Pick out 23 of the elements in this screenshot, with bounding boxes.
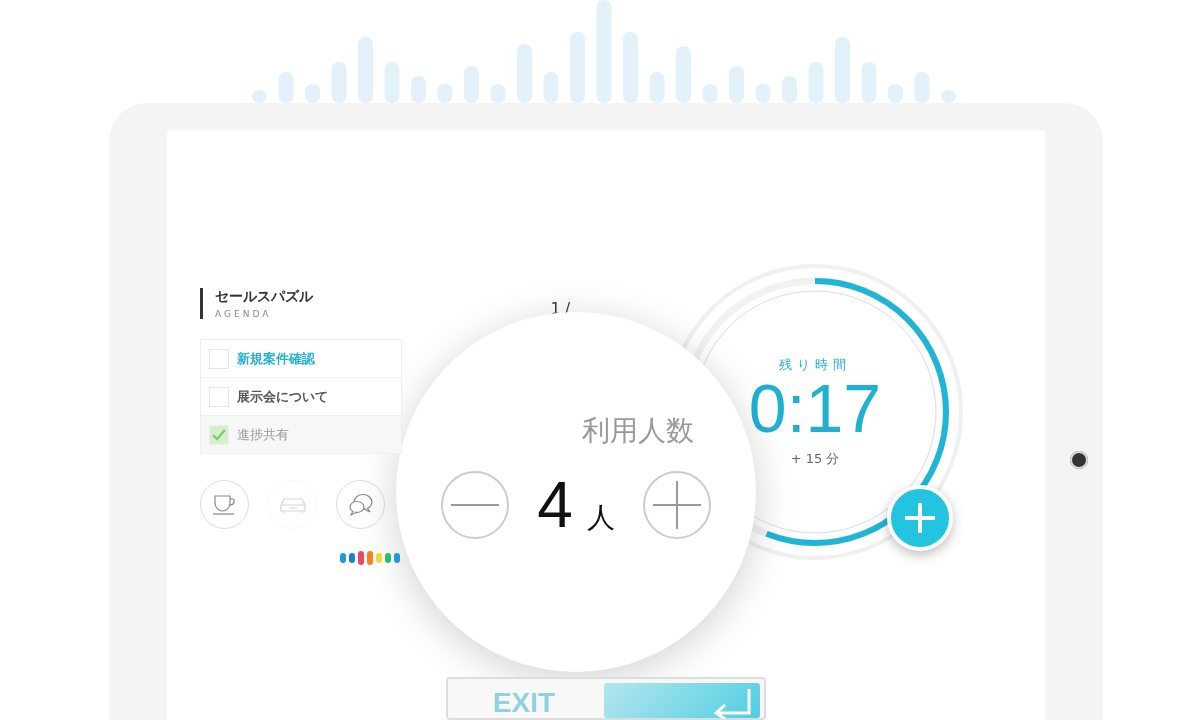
timer-label: 残り時間 <box>779 356 851 374</box>
minus-icon <box>451 503 500 507</box>
exit-button[interactable]: EXIT <box>448 679 600 718</box>
checkbox[interactable] <box>209 424 229 445</box>
people-count: 4 <box>537 468 573 542</box>
checkbox[interactable] <box>209 348 229 369</box>
people-label: 利用人数 <box>582 413 694 449</box>
cup-icon <box>211 493 238 516</box>
camera-icon <box>1070 451 1088 469</box>
plus-icon <box>652 481 701 529</box>
agenda-item[interactable]: 新規案件確認 <box>201 340 401 378</box>
remaining-time: 0:17 <box>748 374 882 442</box>
agenda-item[interactable]: 進捗共有 <box>201 416 401 453</box>
checkbox[interactable] <box>209 386 229 407</box>
cup-button[interactable] <box>200 480 249 529</box>
people-unit: 人 <box>586 500 615 536</box>
enter-button[interactable] <box>604 683 760 718</box>
agenda-title: セールスパズル <box>215 288 313 306</box>
agenda-subtitle: AGENDA <box>215 309 273 319</box>
extension-text: + 15 分 <box>790 450 840 468</box>
chat-icon <box>347 492 374 517</box>
plus-icon <box>903 501 937 535</box>
chat-button[interactable] <box>336 480 385 529</box>
